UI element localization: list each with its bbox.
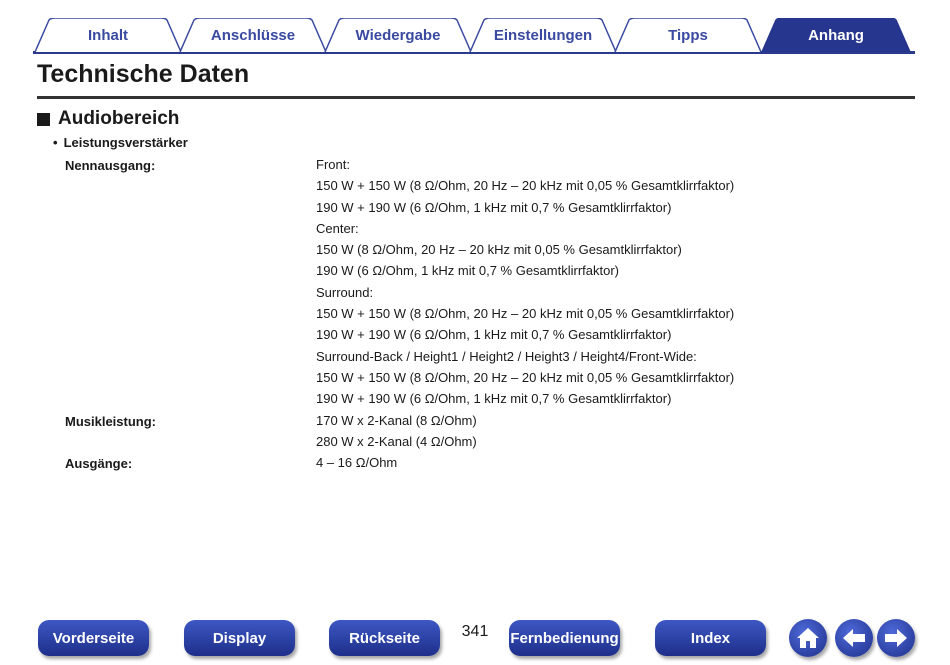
tab-label: Tipps [668, 26, 708, 44]
tab-inhalt[interactable]: Inhalt [33, 18, 183, 52]
spec-line: 190 W (6 Ω/Ohm, 1 kHz mit 0,7 % Gesamtkl… [316, 263, 620, 279]
tab-wiedergabe[interactable]: Wiedergabe [323, 18, 473, 52]
spec-label-nennausgang: Nennausgang: [65, 158, 156, 173]
spec-line: 190 W + 190 W (6 Ω/Ohm, 1 kHz mit 0,7 % … [316, 391, 672, 407]
tab-label: Wiedergabe [355, 26, 441, 44]
tab-einstellungen[interactable]: Einstellungen [468, 18, 618, 52]
spec-values-nennausgang: Front: 150 W + 150 W (8 Ω/Ohm, 20 Hz – 2… [316, 157, 735, 414]
spec-label-musikleistung: Musikleistung: [65, 414, 157, 429]
spec-line: 170 W x 2-Kanal (8 Ω/Ohm) [316, 413, 477, 428]
home-button[interactable] [789, 619, 827, 657]
section-heading: Audiobereich [37, 108, 179, 130]
spec-line: Surround: [316, 284, 374, 300]
arrow-left-icon [843, 629, 865, 647]
tab-anschluesse[interactable]: Anschlüsse [178, 18, 328, 52]
arrow-right-icon [885, 629, 907, 647]
spec-line: 280 W x 2-Kanal (4 Ω/Ohm) [316, 434, 477, 450]
page-number: 341 [461, 623, 489, 640]
square-bullet-icon [37, 112, 50, 126]
spec-values-musikleistung: 170 W x 2-Kanal (8 Ω/Ohm) 280 W x 2-Kana… [316, 413, 477, 457]
spec-line: 4 – 16 Ω/Ohm [316, 455, 398, 470]
tab-label: Anschlüsse [210, 26, 296, 44]
nav-index-button[interactable]: Index [655, 620, 766, 656]
tab-tipps[interactable]: Tipps [613, 18, 763, 52]
bullet: • [53, 135, 58, 150]
title-divider [37, 96, 915, 99]
nav-rueckseite-button[interactable]: Rückseite [329, 620, 440, 656]
nav-fernbedienung-button[interactable]: Fernbedienung [509, 620, 620, 656]
subsection-title: Leistungsverstärker [63, 135, 188, 150]
tab-label: Anhang [808, 26, 864, 44]
tab-label: Inhalt [88, 26, 128, 44]
spec-line: 150 W + 150 W (8 Ω/Ohm, 20 Hz – 20 kHz m… [316, 369, 735, 385]
section-title: Audiobereich [58, 108, 180, 129]
spec-line: 190 W + 190 W (6 Ω/Ohm, 1 kHz mit 0,7 % … [316, 199, 672, 215]
nav-vorderseite-button[interactable]: Vorderseite [38, 620, 149, 656]
home-icon [797, 628, 819, 648]
spec-line: Surround-Back / Height1 / Height2 / Heig… [316, 348, 697, 364]
spec-line: 150 W (8 Ω/Ohm, 20 Hz – 20 kHz mit 0,05 … [316, 242, 682, 258]
subsection-heading: • Leistungsverstärker [53, 135, 188, 150]
spec-line: Center: [316, 220, 359, 236]
tab-label: Einstellungen [493, 26, 593, 44]
spec-line: 150 W + 150 W (8 Ω/Ohm, 20 Hz – 20 kHz m… [316, 178, 735, 194]
page-title: Technische Daten [37, 60, 250, 88]
nav-display-button[interactable]: Display [184, 620, 295, 656]
tab-anhang[interactable]: Anhang [760, 18, 912, 52]
spec-line: Front: [316, 157, 350, 172]
spec-line: 150 W + 150 W (8 Ω/Ohm, 20 Hz – 20 kHz m… [316, 306, 735, 322]
back-button[interactable] [835, 619, 873, 657]
spec-values-ausgaenge: 4 – 16 Ω/Ohm [316, 455, 398, 477]
forward-button[interactable] [877, 619, 915, 657]
spec-line: 190 W + 190 W (6 Ω/Ohm, 1 kHz mit 0,7 % … [316, 327, 672, 343]
spec-label-ausgaenge: Ausgänge: [65, 456, 133, 471]
